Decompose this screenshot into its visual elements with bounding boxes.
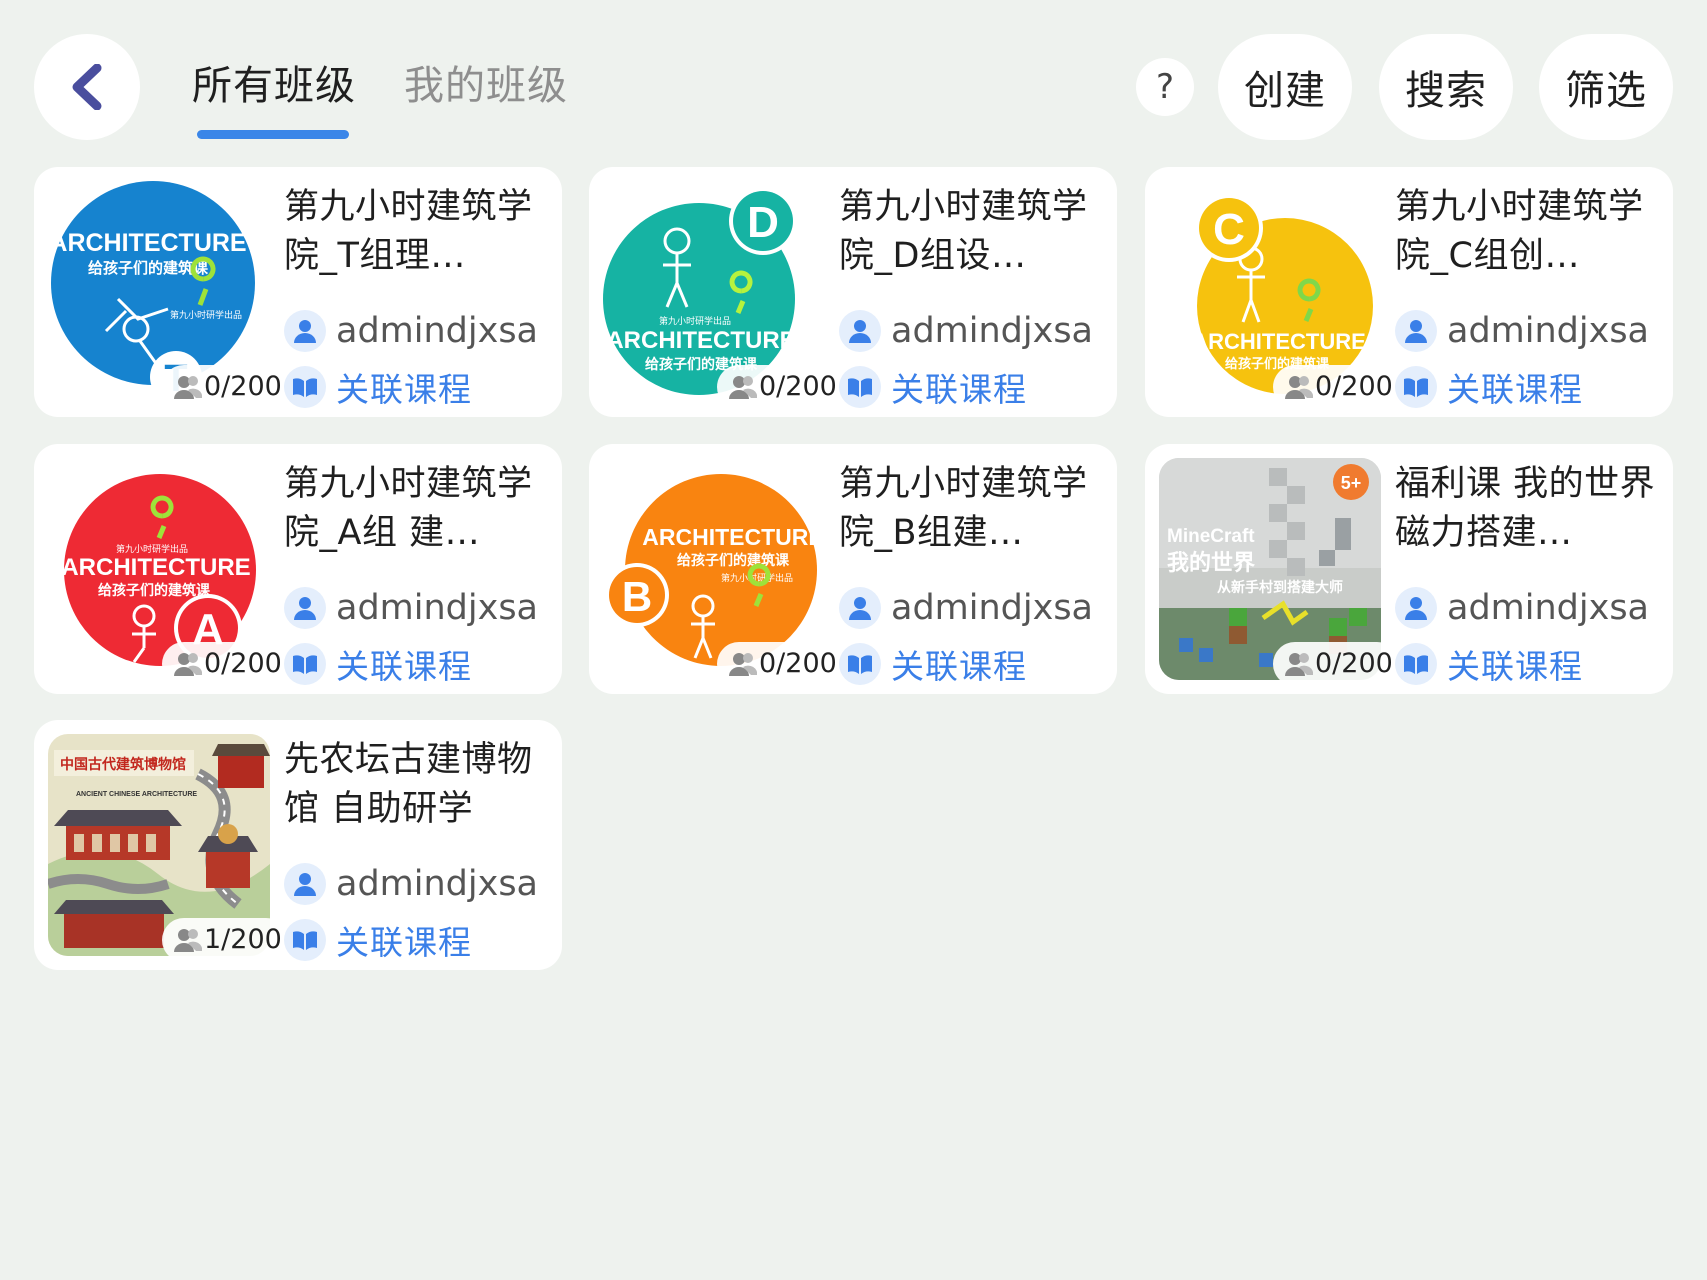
svg-text:ARCHITECTURE: ARCHITECTURE xyxy=(606,327,795,354)
user-icon xyxy=(284,587,326,629)
active-tab-indicator xyxy=(197,130,349,139)
class-title: 第九小时建筑学院_C组创… xyxy=(1395,187,1644,276)
class-title: 福利课 我的世界磁力搭建… xyxy=(1395,464,1656,553)
class-card[interactable]: ARCHITECTURE 给孩子们的建筑课 C 0/200 第九小时建筑学院_C… xyxy=(1145,167,1673,417)
book-icon xyxy=(284,643,326,685)
member-count: 1/200 xyxy=(162,918,288,962)
linked-course-link[interactable]: 关联课程 xyxy=(1395,642,1583,686)
owner-row: admindjxsa xyxy=(284,586,538,630)
owner-name: admindjxsa xyxy=(336,311,539,351)
people-icon xyxy=(729,376,757,399)
people-icon xyxy=(729,653,757,676)
svg-text:ARCHITECTURE: ARCHITECTURE xyxy=(61,554,250,581)
linked-course-link[interactable]: 关联课程 xyxy=(1395,365,1583,409)
owner-row: admindjxsa xyxy=(284,309,538,353)
user-icon xyxy=(284,310,326,352)
tab-all-classes[interactable]: 所有班级 xyxy=(192,56,356,116)
linked-course-link[interactable]: 关联课程 xyxy=(839,365,1027,409)
linked-course-link[interactable]: 关联课程 xyxy=(284,365,472,409)
class-title: 第九小时建筑学院_B组建… xyxy=(839,464,1088,553)
class-card[interactable]: 第九小时研学出品 ARCHITECTURE 给孩子们的建筑课 D 0/200 第… xyxy=(589,167,1117,417)
book-icon xyxy=(1395,643,1437,685)
owner-row: admindjxsa xyxy=(284,862,538,906)
owner-name: admindjxsa xyxy=(891,588,1094,628)
svg-text:B: B xyxy=(622,573,652,620)
svg-text:C: C xyxy=(1213,205,1245,254)
owner-name: admindjxsa xyxy=(1447,311,1650,351)
tab-my-classes[interactable]: 我的班级 xyxy=(404,56,568,116)
create-button[interactable]: 创建 xyxy=(1218,34,1352,140)
linked-course-link[interactable]: 关联课程 xyxy=(839,642,1027,686)
filter-button[interactable]: 筛选 xyxy=(1539,34,1673,140)
svg-text:给孩子们的建筑课: 给孩子们的建筑课 xyxy=(677,552,790,569)
class-title: 先农坛古建博物馆 自助研学 xyxy=(284,740,533,829)
member-count: 0/200 xyxy=(1273,365,1399,409)
search-button[interactable]: 搜索 xyxy=(1379,34,1513,140)
class-card[interactable]: 第九小时研学出品 ARCHITECTURE 给孩子们的建筑课 A 0/200 第… xyxy=(34,444,562,694)
user-icon xyxy=(839,587,881,629)
member-count: 0/200 xyxy=(1273,642,1399,686)
svg-text:从新手村到搭建大师: 从新手村到搭建大师 xyxy=(1217,579,1343,596)
svg-text:中国古代建筑博物馆: 中国古代建筑博物馆 xyxy=(60,756,186,773)
people-icon xyxy=(174,653,202,676)
member-count: 0/200 xyxy=(162,642,288,686)
svg-text:第九小时研学出品: 第九小时研学出品 xyxy=(659,315,731,327)
linked-course-link[interactable]: 关联课程 xyxy=(284,642,472,686)
class-card[interactable]: 中国古代建筑博物馆 ANCIENT CHINESE ARCHITECTURE 1… xyxy=(34,720,562,970)
class-card[interactable]: ARCHITECTURE 给孩子们的建筑课 第九小时研学出品 T 0/200 第… xyxy=(34,167,562,417)
people-icon xyxy=(174,376,202,399)
user-icon xyxy=(839,310,881,352)
member-count: 0/200 xyxy=(717,365,843,409)
user-icon xyxy=(284,863,326,905)
class-card[interactable]: ARCHITECTURE 给孩子们的建筑课 第九小时研学出品 B 0/200 第… xyxy=(589,444,1117,694)
owner-name: admindjxsa xyxy=(1447,588,1650,628)
book-icon xyxy=(284,366,326,408)
book-icon xyxy=(839,643,881,685)
owner-row: admindjxsa xyxy=(839,309,1093,353)
user-icon xyxy=(1395,310,1437,352)
back-button[interactable] xyxy=(34,34,140,140)
class-title: 第九小时建筑学院_T组理… xyxy=(284,187,533,276)
class-card[interactable]: MineCraft 我的世界 从新手村到搭建大师 5+ 0/200 福利课 我的… xyxy=(1145,444,1673,694)
user-icon xyxy=(1395,587,1437,629)
member-count: 0/200 xyxy=(717,642,843,686)
member-count: 0/200 xyxy=(162,365,288,409)
people-icon xyxy=(174,929,202,952)
svg-text:5+: 5+ xyxy=(1341,473,1362,493)
class-title: 第九小时建筑学院_A组 建… xyxy=(284,464,533,553)
svg-text:ARCHITECTURE: ARCHITECTURE xyxy=(1192,329,1366,354)
owner-row: admindjxsa xyxy=(1395,586,1649,630)
owner-name: admindjxsa xyxy=(891,311,1094,351)
owner-name: admindjxsa xyxy=(336,588,539,628)
help-button[interactable]: ? xyxy=(1136,58,1194,116)
svg-text:第九小时研学出品: 第九小时研学出品 xyxy=(170,309,242,321)
svg-text:MineCraft: MineCraft xyxy=(1167,526,1255,547)
class-title: 第九小时建筑学院_D组设… xyxy=(839,187,1088,276)
svg-text:ARCHITECTURE: ARCHITECTURE xyxy=(49,229,246,257)
book-icon xyxy=(284,919,326,961)
book-icon xyxy=(839,366,881,408)
svg-text:给孩子们的建筑课: 给孩子们的建筑课 xyxy=(98,582,211,599)
people-icon xyxy=(1285,653,1313,676)
chevron-left-icon xyxy=(72,64,102,110)
svg-text:ARCHITECTURE: ARCHITECTURE xyxy=(642,524,823,550)
owner-row: admindjxsa xyxy=(1395,309,1649,353)
svg-text:我的世界: 我的世界 xyxy=(1167,550,1255,576)
linked-course-link[interactable]: 关联课程 xyxy=(284,918,472,962)
svg-text:D: D xyxy=(747,198,779,247)
people-icon xyxy=(1285,376,1313,399)
owner-name: admindjxsa xyxy=(336,864,539,904)
owner-row: admindjxsa xyxy=(839,586,1093,630)
book-icon xyxy=(1395,366,1437,408)
svg-text:ANCIENT CHINESE ARCHITECTURE: ANCIENT CHINESE ARCHITECTURE xyxy=(76,791,197,798)
